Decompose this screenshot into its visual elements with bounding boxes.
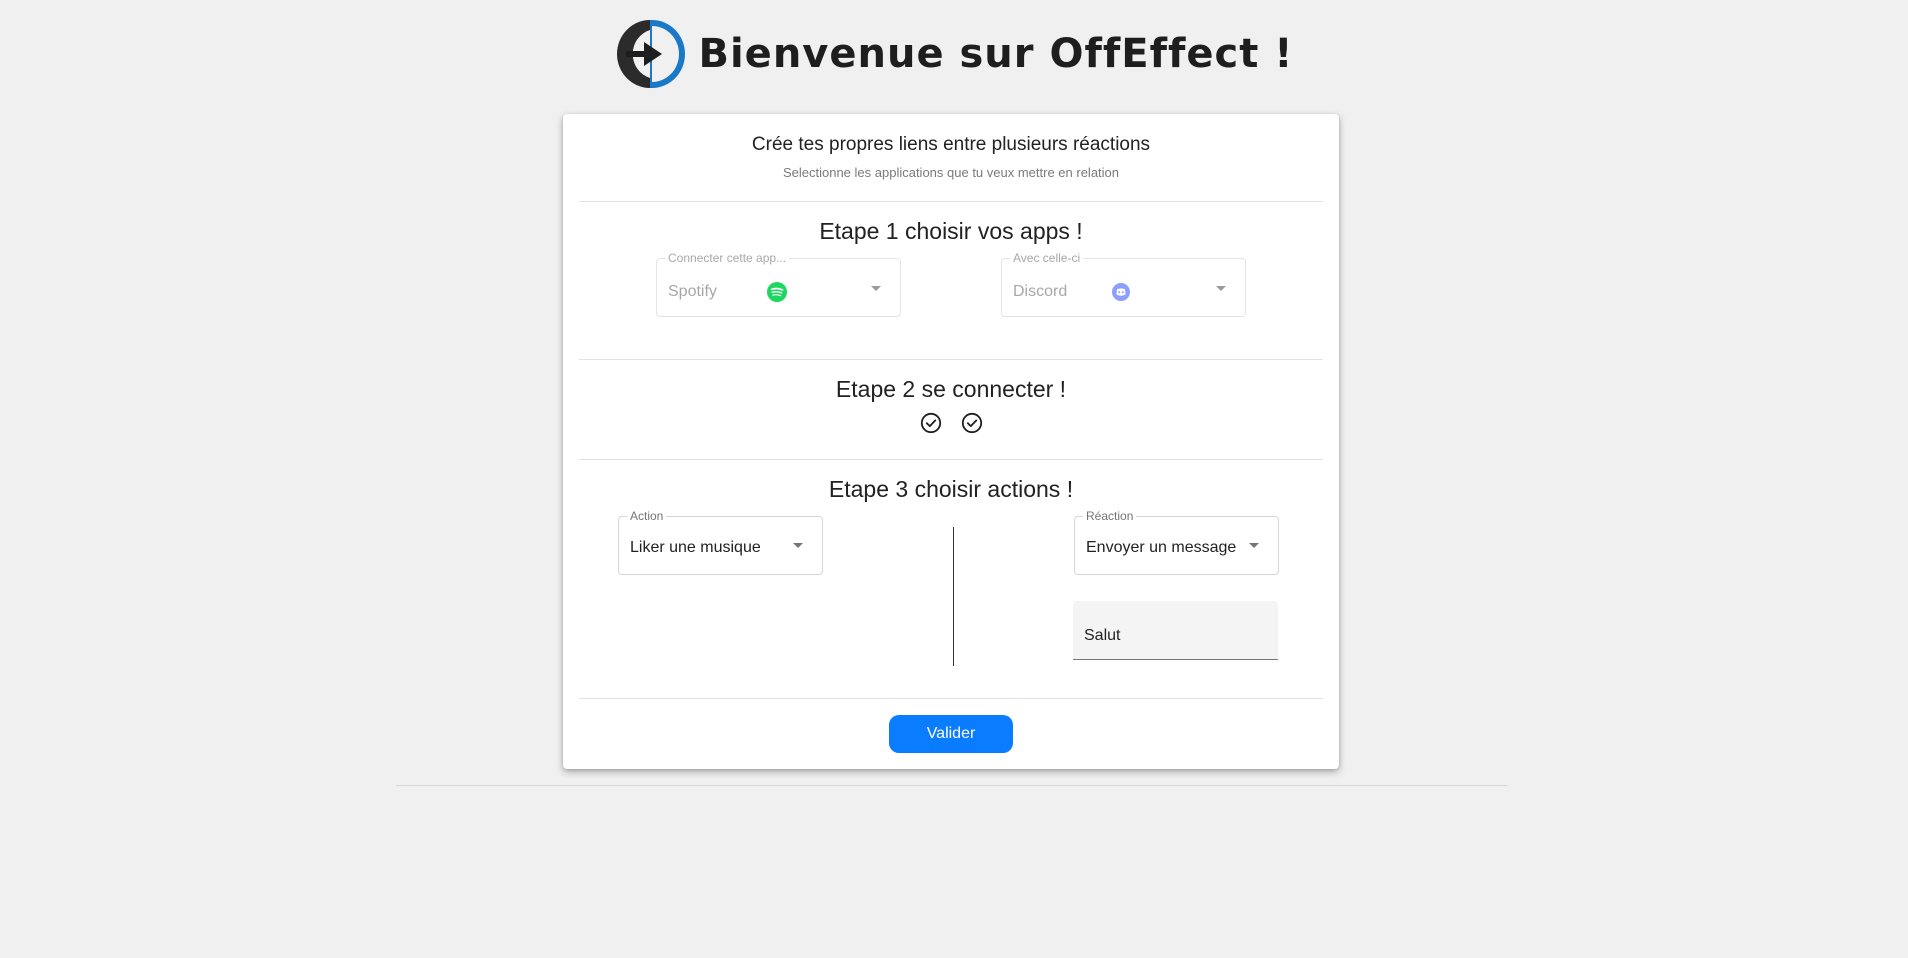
action-select[interactable]: Action Liker une musique xyxy=(618,509,823,575)
message-field[interactable] xyxy=(1073,601,1278,660)
discord-icon xyxy=(1112,283,1130,301)
spotify-icon xyxy=(767,282,787,302)
action-label: Action xyxy=(627,509,667,523)
check-circle-icon xyxy=(920,412,942,434)
chevron-down-icon xyxy=(871,286,881,291)
step3-title: Etape 3 choisir actions ! xyxy=(828,476,1074,502)
step2-title: Etape 2 se connecter ! xyxy=(835,376,1067,402)
chevron-down-icon xyxy=(1216,286,1226,291)
divider xyxy=(579,359,1323,360)
card-subtitle: Selectionne les applications que tu veux… xyxy=(782,165,1120,180)
second-app-select[interactable]: Avec celle-ci Discord xyxy=(1001,251,1246,317)
column-separator xyxy=(953,527,954,666)
site-title: Bienvenue sur OffEffect ! xyxy=(698,31,1294,77)
validate-button[interactable]: Valider xyxy=(889,715,1013,753)
reaction-label: Réaction xyxy=(1083,509,1137,523)
page: Bienvenue sur OffEffect ! Crée tes propr… xyxy=(0,0,1908,958)
first-app-label: Connecter cette app... xyxy=(665,251,790,265)
divider xyxy=(579,698,1323,699)
divider xyxy=(579,459,1323,460)
action-value: Liker une musique xyxy=(630,539,761,556)
second-app-label: Avec celle-ci xyxy=(1010,251,1084,265)
reaction-value: Envoyer un message xyxy=(1086,539,1237,556)
first-app-select[interactable]: Connecter cette app... Spotify xyxy=(656,251,901,317)
chevron-down-icon xyxy=(1249,543,1259,548)
check-circle-icon xyxy=(961,412,983,434)
link-builder-card: Crée tes propres liens entre plusieurs r… xyxy=(563,114,1339,769)
first-app-value: Spotify xyxy=(668,283,717,300)
footer-divider xyxy=(396,785,1507,786)
header: Bienvenue sur OffEffect ! xyxy=(0,16,1908,92)
second-app-value: Discord xyxy=(1013,283,1068,300)
divider xyxy=(579,201,1323,202)
step1-title: Etape 1 choisir vos apps ! xyxy=(819,218,1083,244)
offeffect-logo-icon xyxy=(617,20,686,88)
card-header: Crée tes propres liens entre plusieurs r… xyxy=(563,114,1339,202)
chevron-down-icon xyxy=(793,543,803,548)
message-input[interactable] xyxy=(1084,627,1264,645)
card-title: Crée tes propres liens entre plusieurs r… xyxy=(751,134,1151,155)
reaction-select[interactable]: Réaction Envoyer un message xyxy=(1074,509,1279,575)
